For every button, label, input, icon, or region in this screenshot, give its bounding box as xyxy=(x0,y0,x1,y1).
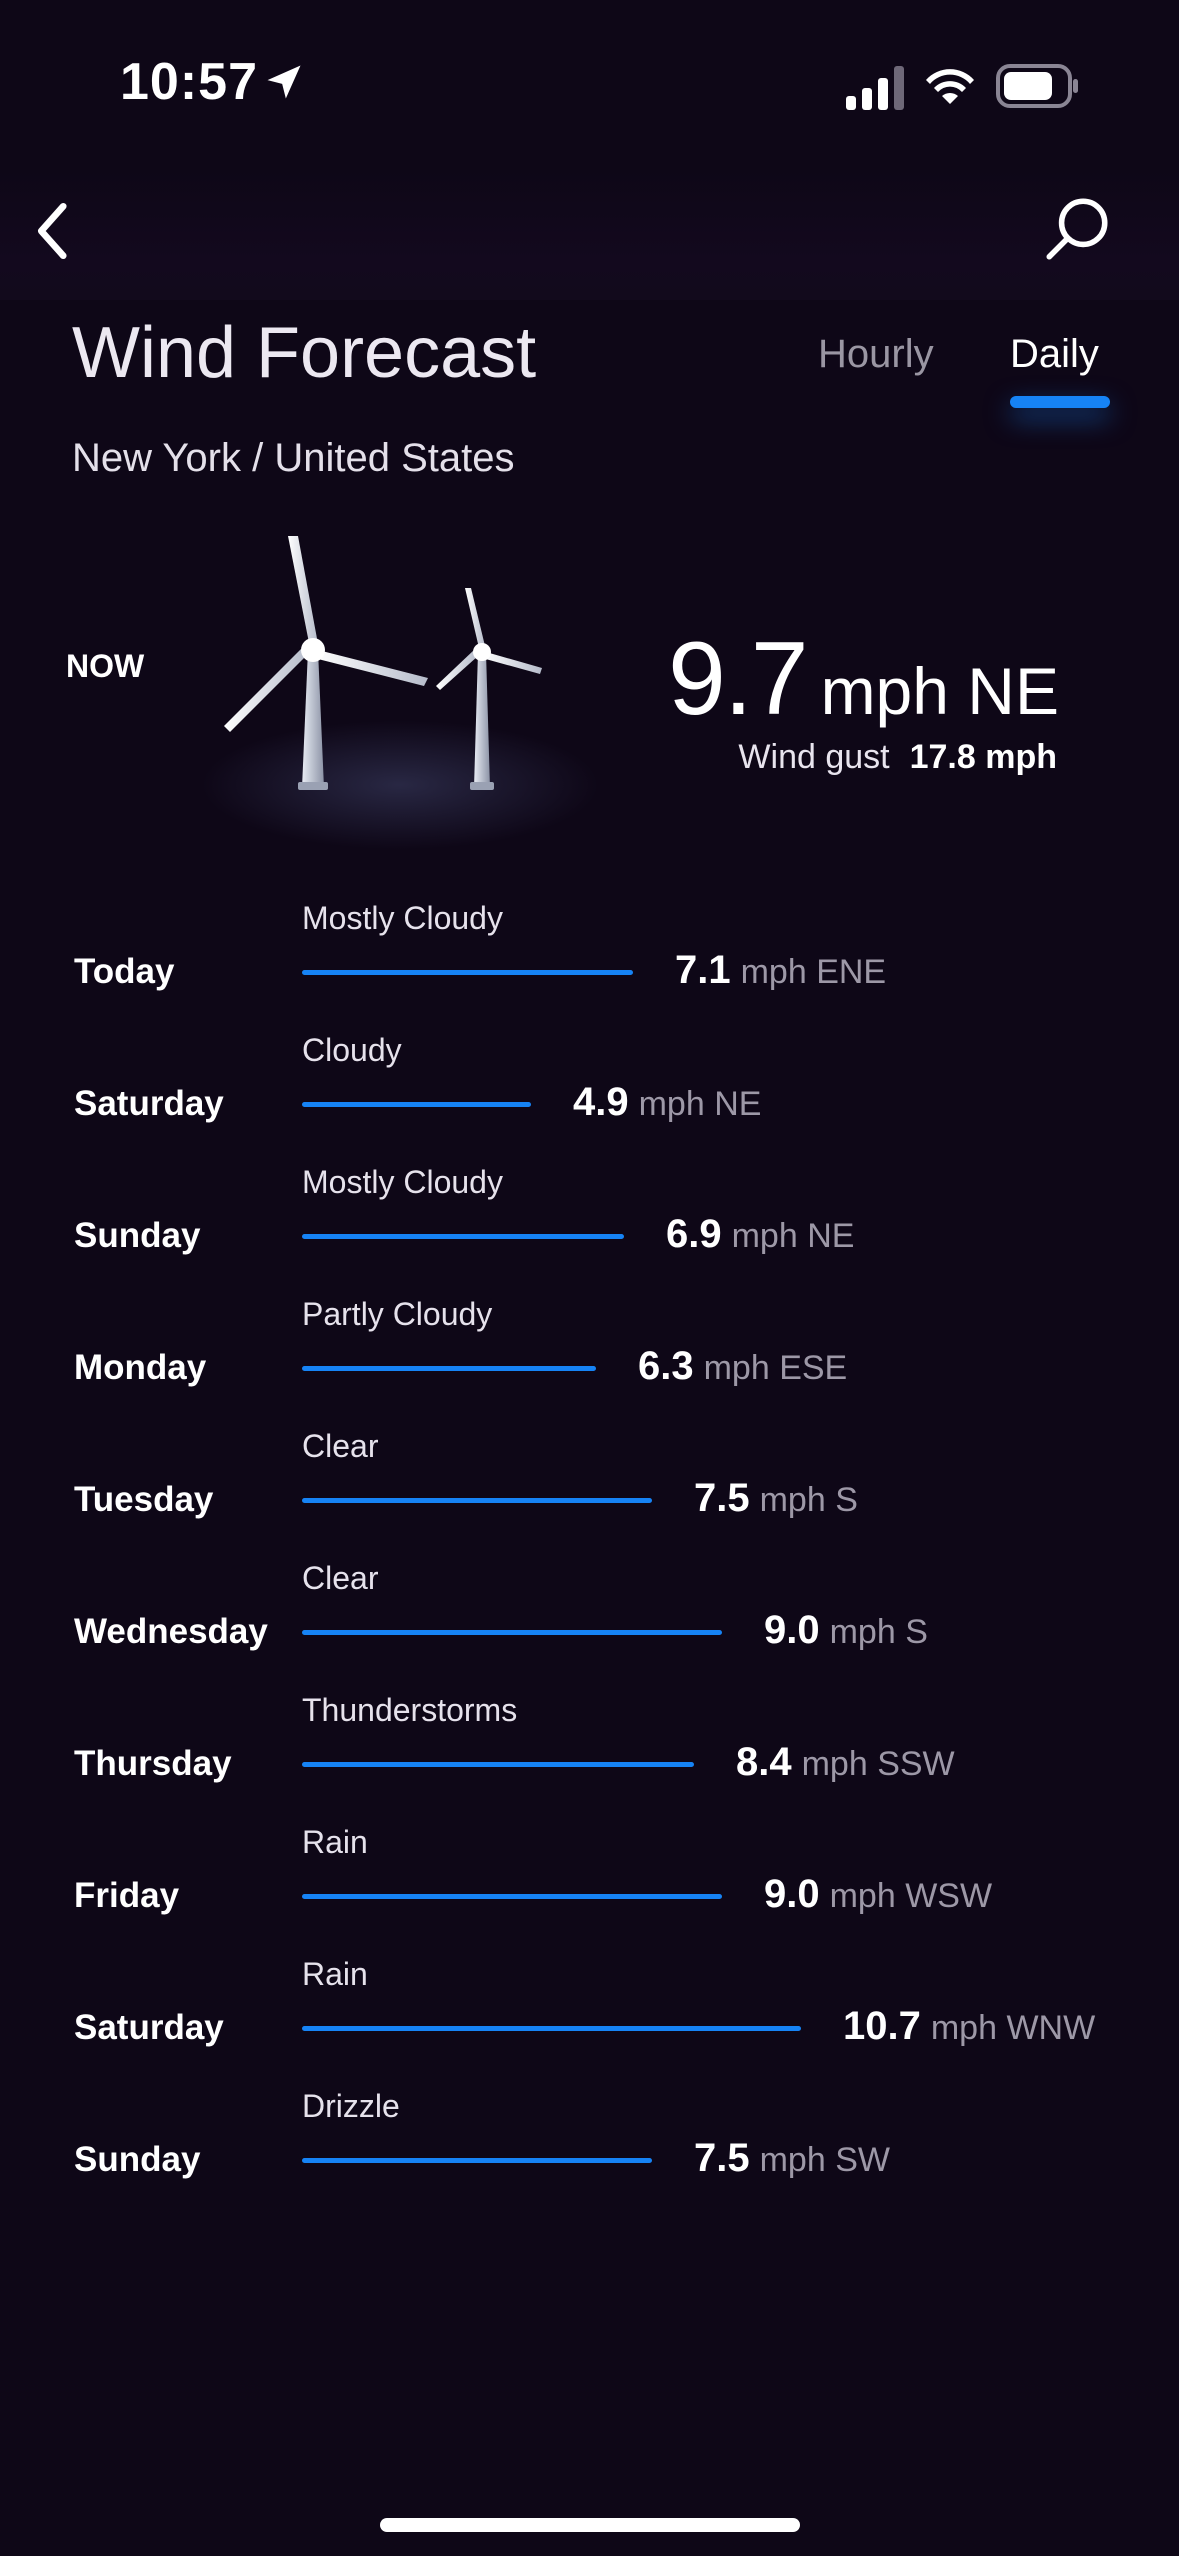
search-icon[interactable] xyxy=(1040,192,1114,266)
location-label: New York / United States xyxy=(72,436,515,480)
forecast-unit-direction: mph SSW xyxy=(801,1745,955,1783)
forecast-unit-direction: mph NE xyxy=(731,1217,855,1255)
top-navigation xyxy=(0,170,1179,290)
wind-speed-bar xyxy=(302,970,633,975)
forecast-unit-direction: mph ENE xyxy=(740,953,887,991)
wind-speed-bar xyxy=(302,1894,722,1899)
forecast-unit-direction: mph S xyxy=(829,1613,928,1651)
wind-speed-bar xyxy=(302,1234,624,1239)
forecast-unit-direction: mph WNW xyxy=(930,2009,1096,2047)
forecast-speed-value: 8.4 xyxy=(736,1740,792,1784)
battery-icon xyxy=(996,64,1078,108)
forecast-condition: Cloudy xyxy=(302,1032,402,1068)
forecast-day: Tuesday xyxy=(74,1480,214,1519)
forecast-wind: 7.5 mph S xyxy=(694,1476,858,1521)
forecast-unit-direction: mph S xyxy=(759,1481,858,1519)
forecast-speed-value: 9.0 xyxy=(764,1872,820,1916)
forecast-day: Saturday xyxy=(74,2008,224,2047)
wind-speed-bar xyxy=(302,1366,596,1371)
wind-turbines-illustration xyxy=(224,536,542,790)
wind-gust-label: Wind gust xyxy=(738,738,890,776)
forecast-wind: 8.4 mph SSW xyxy=(736,1740,955,1785)
forecast-day: Sunday xyxy=(74,2140,201,2179)
home-indicator[interactable] xyxy=(380,2518,800,2532)
forecast-wind: 7.5 mph SW xyxy=(694,2136,890,2181)
forecast-condition: Clear xyxy=(302,1428,379,1464)
forecast-condition: Mostly Cloudy xyxy=(302,900,503,936)
forecast-day: Monday xyxy=(74,1348,207,1387)
forecast-speed-value: 9.0 xyxy=(764,1608,820,1652)
page-title: Wind Forecast xyxy=(72,313,537,393)
forecast-row[interactable]: Saturday Rain 10.7 mph WNW xyxy=(0,1936,1179,2068)
forecast-condition: Thunderstorms xyxy=(302,1692,518,1728)
forecast-row[interactable]: Thursday Thunderstorms 8.4 mph SSW xyxy=(0,1672,1179,1804)
forecast-wind: 9.0 mph WSW xyxy=(764,1872,992,1917)
forecast-condition: Mostly Cloudy xyxy=(302,1164,503,1200)
forecast-day: Thursday xyxy=(74,1744,232,1783)
forecast-day: Sunday xyxy=(74,1216,201,1255)
forecast-row[interactable]: Tuesday Clear 7.5 mph S xyxy=(0,1408,1179,1540)
wind-speed-bar xyxy=(302,1630,722,1635)
forecast-wind: 7.1 mph ENE xyxy=(675,948,886,993)
location-arrow-icon xyxy=(267,65,301,99)
forecast-unit-direction: mph WSW xyxy=(829,1877,993,1915)
wind-gust: Wind gust 17.8 mph xyxy=(738,738,1057,777)
now-label: NOW xyxy=(66,648,145,684)
forecast-row[interactable]: Sunday Mostly Cloudy 6.9 mph NE xyxy=(0,1144,1179,1276)
wind-speed-bar xyxy=(302,1498,652,1503)
forecast-wind: 6.3 mph ESE xyxy=(638,1344,847,1389)
forecast-speed-value: 7.5 xyxy=(694,2136,750,2180)
forecast-row[interactable]: Sunday Drizzle 7.5 mph SW xyxy=(0,2068,1179,2200)
forecast-unit-direction: mph SW xyxy=(759,2141,890,2179)
tab-hourly[interactable]: Hourly xyxy=(818,332,934,377)
status-bar: 10:57 xyxy=(0,0,1179,170)
wind-speed-bar xyxy=(302,2158,652,2163)
active-tab-indicator xyxy=(1010,396,1110,408)
forecast-row[interactable]: Friday Rain 9.0 mph WSW xyxy=(0,1804,1179,1936)
forecast-row[interactable]: Saturday Cloudy 4.9 mph NE xyxy=(0,1012,1179,1144)
current-speed-value: 9.7 xyxy=(668,621,809,737)
forecast-condition: Drizzle xyxy=(302,2088,400,2124)
forecast-row[interactable]: Today Mostly Cloudy 7.1 mph ENE xyxy=(0,880,1179,1012)
forecast-day: Saturday xyxy=(74,1084,224,1123)
wind-speed-bar xyxy=(302,1102,531,1107)
current-speed-unit-direction: mph NE xyxy=(820,654,1059,728)
wind-speed-bar xyxy=(302,1762,694,1767)
forecast-speed-value: 10.7 xyxy=(843,2004,921,2048)
wifi-icon xyxy=(926,69,974,104)
cellular-signal-icon xyxy=(846,66,904,110)
forecast-speed-value: 6.9 xyxy=(666,1212,722,1256)
forecast-speed-value: 4.9 xyxy=(573,1080,629,1124)
forecast-wind: 4.9 mph NE xyxy=(573,1080,761,1125)
forecast-wind: 6.9 mph NE xyxy=(666,1212,854,1257)
forecast-unit-direction: mph ESE xyxy=(703,1349,848,1387)
forecast-speed-value: 6.3 xyxy=(638,1344,694,1388)
forecast-condition: Rain xyxy=(302,1824,368,1860)
forecast-condition: Clear xyxy=(302,1560,379,1596)
chevron-left-icon[interactable] xyxy=(22,198,88,264)
current-wind-speed: 9.7 mph NE xyxy=(668,620,1059,739)
forecast-wind: 9.0 mph S xyxy=(764,1608,928,1653)
tab-daily[interactable]: Daily xyxy=(1010,332,1099,377)
forecast-row[interactable]: Monday Partly Cloudy 6.3 mph ESE xyxy=(0,1276,1179,1408)
forecast-day: Friday xyxy=(74,1876,180,1915)
forecast-speed-value: 7.1 xyxy=(675,948,731,992)
forecast-condition: Rain xyxy=(302,1956,368,1992)
forecast-condition: Partly Cloudy xyxy=(302,1296,493,1332)
forecast-unit-direction: mph NE xyxy=(638,1085,762,1123)
forecast-row[interactable]: Wednesday Clear 9.0 mph S xyxy=(0,1540,1179,1672)
wind-speed-bar xyxy=(302,2026,801,2031)
status-time: 10:57 xyxy=(120,53,258,111)
forecast-day: Wednesday xyxy=(74,1612,268,1651)
wind-gust-value: 17.8 mph xyxy=(909,738,1057,776)
forecast-wind: 10.7 mph WNW xyxy=(843,2004,1095,2049)
forecast-day: Today xyxy=(74,952,175,991)
forecast-speed-value: 7.5 xyxy=(694,1476,750,1520)
